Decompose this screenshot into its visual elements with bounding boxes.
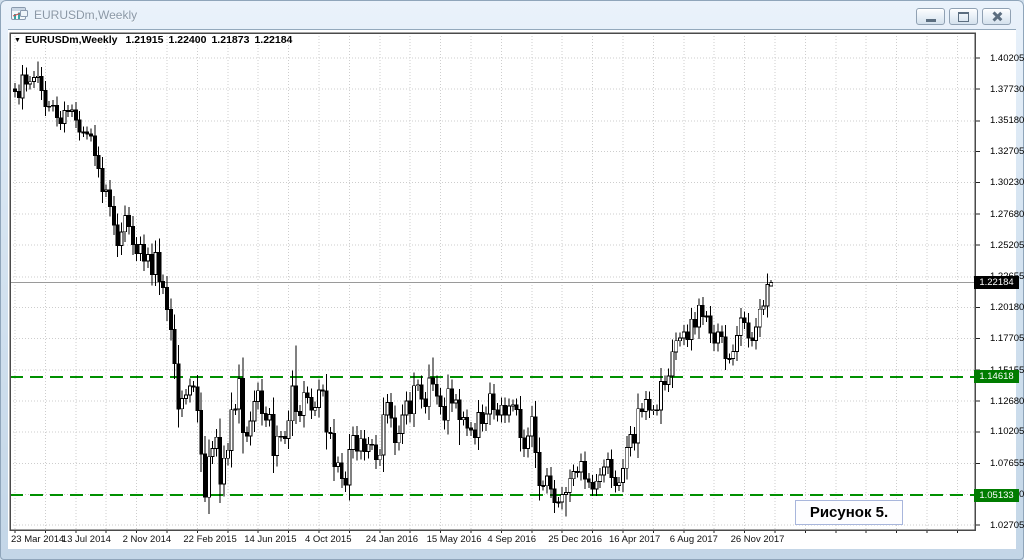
y-axis-label: 1.27680 <box>990 208 1024 221</box>
quote-close: 1.22184 <box>254 34 292 46</box>
quote-line: ▼ EURUSDm,Weekly 1.21915 1.22400 1.21873 1.22… <box>14 34 297 46</box>
x-axis-label: 13 Jul 2014 <box>62 534 111 545</box>
close-icon <box>991 11 1003 22</box>
figure-caption: Рисунок 5. <box>795 500 903 525</box>
y-axis-label: 1.12680 <box>990 395 1024 408</box>
x-axis-label: 4 Oct 2015 <box>305 534 351 545</box>
x-axis-label: 26 Nov 2017 <box>731 534 785 545</box>
y-axis-label: 1.40205 <box>990 52 1024 65</box>
resistance-level-tag: 1.14618 <box>974 370 1019 383</box>
quote-high: 1.22400 <box>169 34 207 46</box>
x-axis-label: 22 Feb 2015 <box>183 534 236 545</box>
quote-open: 1.21915 <box>126 34 164 46</box>
minimize-icon <box>926 19 936 22</box>
chart-window: EURUSDm,Weekly ▼ EURUSDm,Weekly 1.21915 1.2… <box>0 0 1024 560</box>
y-axis-label: 1.25205 <box>990 239 1024 252</box>
dropdown-triangle-icon[interactable]: ▼ <box>14 37 21 44</box>
window-controls <box>916 8 1011 25</box>
close-button[interactable] <box>982 8 1011 25</box>
support-level-tag: 1.05133 <box>974 489 1019 502</box>
restore-button[interactable] <box>949 8 978 25</box>
x-axis-label: 4 Sep 2016 <box>487 534 536 545</box>
y-axis-label: 1.32705 <box>990 145 1024 158</box>
candle-wicks <box>15 62 771 517</box>
y-axis-label: 1.35180 <box>990 114 1024 127</box>
y-axis-label: 1.37730 <box>990 83 1024 96</box>
y-axis-label: 1.17705 <box>990 332 1024 345</box>
date-axis[interactable]: 23 Mar 201413 Jul 2014 2 Nov 2014 22 Feb 2… <box>8 534 1016 548</box>
x-axis-label: 23 Mar 2014 <box>11 534 64 545</box>
x-axis-label: 14 Jun 2015 <box>244 534 296 545</box>
y-axis-label: 1.07655 <box>990 457 1024 470</box>
title-bar[interactable]: EURUSDm,Weekly <box>0 0 1024 29</box>
bid-price-tag: 1.22184 <box>974 276 1019 289</box>
x-axis-label: 15 May 2016 <box>427 534 482 545</box>
x-axis-label: 25 Dec 2016 <box>548 534 602 545</box>
quote-symbol: EURUSDm,Weekly <box>25 34 118 46</box>
x-axis-label: 2 Nov 2014 <box>123 534 172 545</box>
candle-bodies <box>14 75 773 503</box>
chart-window-icon <box>11 7 28 22</box>
y-axis-label: 1.02705 <box>990 519 1024 532</box>
restore-icon <box>958 12 969 22</box>
x-axis-label: 24 Jan 2016 <box>366 534 418 545</box>
window-title: EURUSDm,Weekly <box>34 8 137 22</box>
y-axis-label: 1.30230 <box>990 176 1024 189</box>
price-axis[interactable]: 1.40205 1.37730 1.35180 1.32705 1.30230 1.276… <box>983 30 1024 549</box>
x-axis-label: 16 Apr 2017 <box>609 534 660 545</box>
quote-low: 1.21873 <box>211 34 249 46</box>
y-axis-label: 1.20180 <box>990 301 1024 314</box>
chart-area[interactable]: ▼ EURUSDm,Weekly 1.21915 1.22400 1.21873 1.22… <box>8 29 1016 549</box>
y-axis-label: 1.10205 <box>990 425 1024 438</box>
minimize-button[interactable] <box>916 8 945 25</box>
x-axis-label: 6 Aug 2017 <box>670 534 718 545</box>
candlestick-plot <box>8 30 1016 549</box>
